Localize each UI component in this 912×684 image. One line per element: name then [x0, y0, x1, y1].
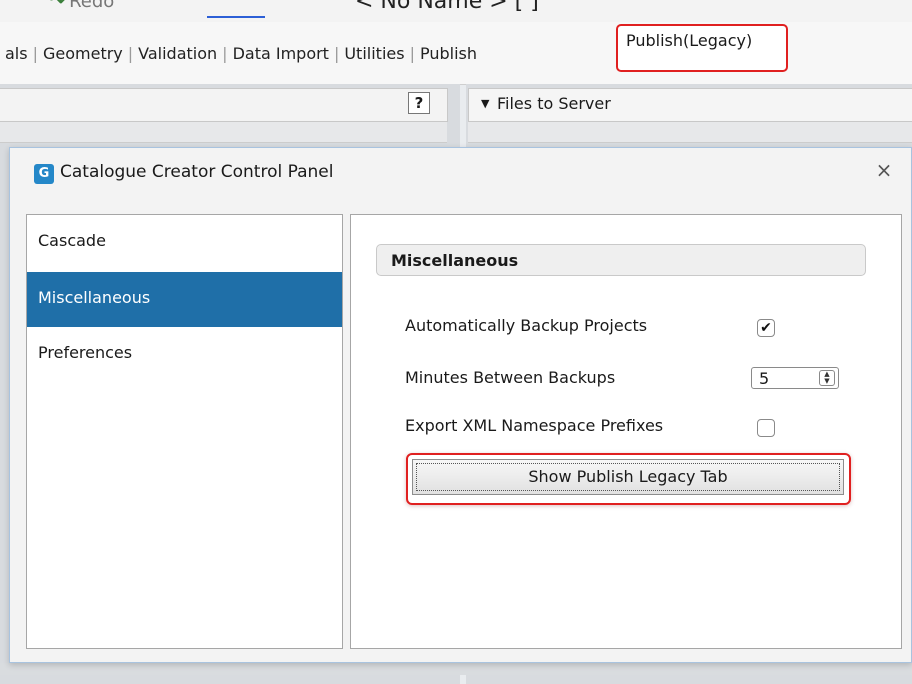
nav-item-label: Miscellaneous	[38, 288, 151, 307]
ribbon-tabs: als | Geometry | Validation | Data Import | Util…	[0, 42, 482, 64]
tab-partial[interactable]: als	[0, 44, 33, 63]
settings-panel: Miscellaneous Automatically Backup Proje…	[350, 214, 902, 649]
nav-item-miscellaneous[interactable]: Miscellaneous	[27, 272, 342, 327]
document-title: < No Name > [ ]	[355, 0, 539, 14]
nav-item-preferences[interactable]: Preferences	[27, 327, 342, 382]
spin-arrows-icon[interactable]: ▲ ▼	[819, 370, 835, 386]
nav-item-cascade[interactable]: Cascade	[27, 215, 342, 270]
close-icon[interactable]: ×	[872, 158, 896, 182]
section-title: Miscellaneous	[391, 251, 519, 270]
minutes-value: 5	[759, 369, 770, 388]
redo-label: Redo	[69, 0, 115, 12]
catalogue-creator-icon: G	[34, 164, 54, 184]
app-titlebar: ↷ Redo < No Name > [ ]	[0, 0, 912, 22]
tab-utilities[interactable]: Utilities	[339, 44, 409, 63]
collapse-triangle-icon: ▼	[481, 97, 490, 110]
button-label: Show Publish Legacy Tab	[416, 463, 840, 491]
auto-backup-label: Automatically Backup Projects	[405, 316, 648, 335]
checkmark-icon: ✔	[760, 320, 772, 336]
left-pane-header	[0, 88, 448, 122]
tab-publish-legacy[interactable]: Publish(Legacy)	[616, 24, 788, 72]
nav-item-label: Cascade	[38, 231, 106, 250]
minutes-stepper[interactable]: 5 ▲ ▼	[751, 367, 839, 389]
tab-geometry[interactable]: Geometry	[38, 44, 128, 63]
right-pane-strip	[468, 122, 912, 143]
document-link[interactable]	[207, 6, 265, 18]
category-list: Cascade Miscellaneous Preferences	[26, 214, 343, 649]
bottom-strip	[0, 663, 912, 675]
redo-button[interactable]: ↷ Redo	[50, 0, 114, 12]
redo-icon: ↷	[50, 0, 66, 12]
help-button[interactable]: ?	[408, 92, 430, 114]
tab-publish-legacy-label: Publish(Legacy)	[626, 31, 753, 50]
section-header: Miscellaneous	[376, 244, 866, 276]
tab-publish[interactable]: Publish	[415, 44, 482, 63]
auto-backup-checkbox[interactable]: ✔	[757, 319, 775, 337]
tab-validation[interactable]: Validation	[133, 44, 222, 63]
show-publish-legacy-tab-button[interactable]: Show Publish Legacy Tab	[412, 459, 844, 495]
control-panel-dialog: G Catalogue Creator Control Panel × Casc…	[9, 147, 912, 663]
minutes-between-backups-label: Minutes Between Backups	[405, 368, 616, 387]
files-to-server-header[interactable]: ▼ Files to Server	[468, 88, 912, 122]
files-to-server-label: Files to Server	[497, 94, 611, 113]
nav-item-label: Preferences	[38, 343, 133, 362]
ribbon: als | Geometry | Validation | Data Import | Util…	[0, 22, 912, 85]
tab-data-import[interactable]: Data Import	[228, 44, 334, 63]
left-pane-strip	[0, 122, 447, 143]
dialog-title: Catalogue Creator Control Panel	[60, 162, 334, 182]
export-xml-ns-checkbox[interactable]	[757, 419, 775, 437]
export-xml-ns-label: Export XML Namespace Prefixes	[405, 416, 664, 435]
